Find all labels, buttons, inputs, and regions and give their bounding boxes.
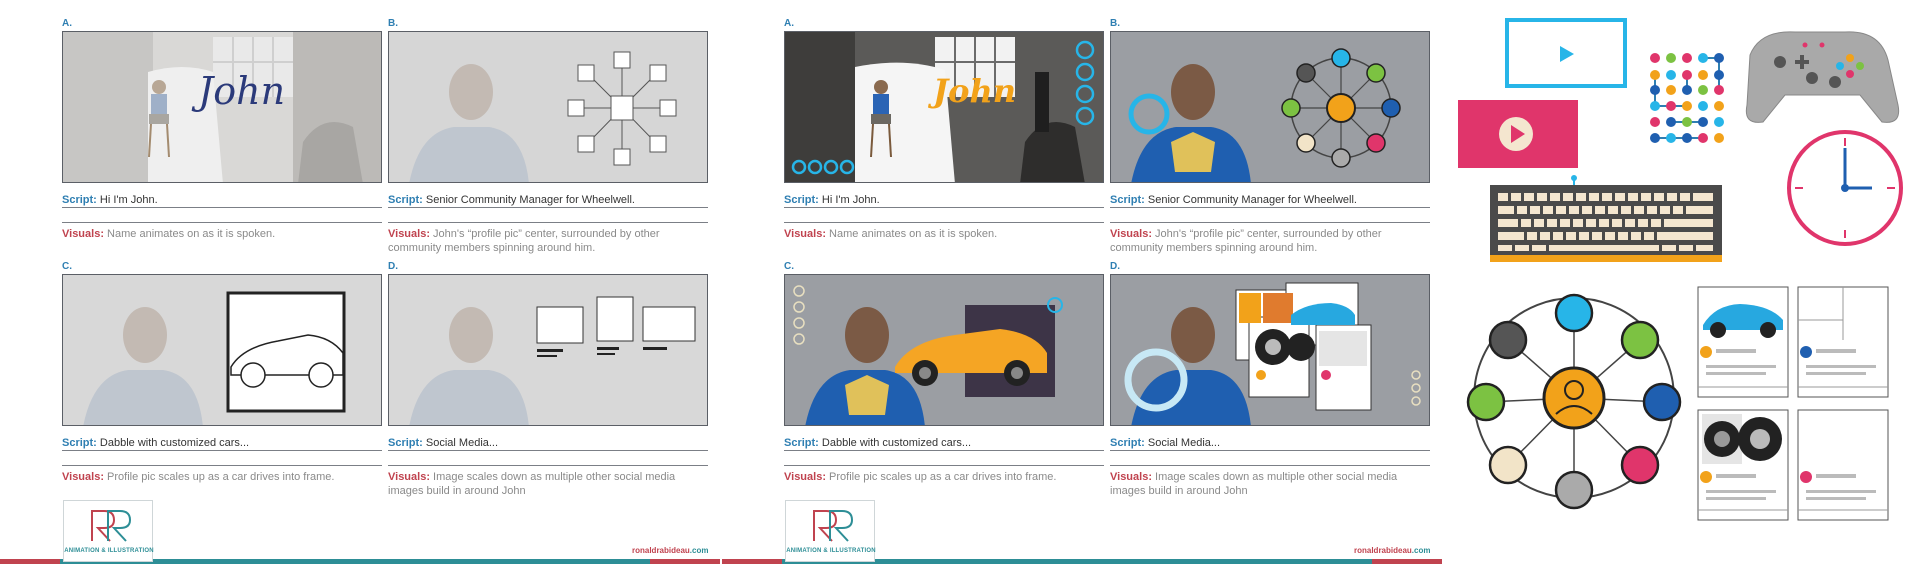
clock-icon xyxy=(1787,130,1903,246)
game-controller-icon xyxy=(1745,31,1900,123)
panel-c-letter: C. xyxy=(62,261,72,272)
divider xyxy=(62,207,382,208)
dot-network-icon xyxy=(1650,53,1724,143)
community-network-icon xyxy=(1466,293,1682,510)
panel-d-letter: D. xyxy=(388,261,398,272)
divider xyxy=(1110,465,1430,466)
divider xyxy=(1110,450,1430,451)
divider xyxy=(62,465,382,466)
panel-b-frame xyxy=(1110,31,1430,183)
panel-d-letter: D. xyxy=(1110,261,1120,272)
divider xyxy=(1110,222,1430,223)
panel-b-letter: B. xyxy=(388,18,398,29)
divider xyxy=(388,207,708,208)
logo-subtitle: ANIMATION & ILLUSTRATION xyxy=(786,548,876,554)
divider xyxy=(784,207,1104,208)
panel-c-letter: C. xyxy=(784,261,794,272)
panel-b-script: Script: Senior Community Manager for Whe… xyxy=(1110,194,1357,206)
panel-a-name-overlay: John xyxy=(191,69,285,113)
logo: ANIMATION & ILLUSTRATION xyxy=(63,500,154,562)
panel-c-visuals: Visuals: Profile pic scales up as a car … xyxy=(784,471,1057,483)
panel-a-letter: A. xyxy=(62,18,72,29)
social-cards-icon xyxy=(1697,286,1889,521)
video-player-icon xyxy=(1505,18,1627,88)
panel-d-frame xyxy=(388,274,708,426)
panel-b-visuals: Visuals: John's “profile pic” center, su… xyxy=(388,228,660,254)
panel-a-letter: A. xyxy=(784,18,794,29)
panel-c-frame xyxy=(784,274,1104,426)
panel-a-script: Script: Hi I'm John. xyxy=(784,194,880,206)
panel-b-script: Script: Senior Community Manager for Whe… xyxy=(388,194,635,206)
panel-b-letter: B. xyxy=(1110,18,1120,29)
divider xyxy=(388,450,708,451)
panel-b-visuals: Visuals: John's “profile pic” center, su… xyxy=(1110,228,1382,254)
site-link[interactable]: ronaldrabideau.com xyxy=(1354,546,1430,555)
panel-c-script: Script: Dabble with customized cars... xyxy=(784,437,972,449)
panel-a-frame: John xyxy=(784,31,1104,183)
divider xyxy=(388,465,708,466)
panel-c-frame xyxy=(62,274,382,426)
divider xyxy=(62,450,382,451)
panel-d-visuals: Visuals: Image scales down as multiple o… xyxy=(1110,471,1398,497)
panel-b-frame xyxy=(388,31,708,183)
panel-a-frame: John xyxy=(62,31,382,183)
divider xyxy=(388,222,708,223)
logo: ANIMATION & ILLUSTRATION xyxy=(785,500,876,562)
panel-a-visuals: Visuals: Name animates on as it is spoke… xyxy=(62,228,276,240)
storyboard-sheet-1: A. John Script: Hi I'm John. Visuals: Na… xyxy=(0,0,720,566)
storyboard-sheet-2: A. John Script: Hi I'm John. Visuals: Na… xyxy=(722,0,1442,566)
divider xyxy=(784,450,1104,451)
divider xyxy=(1110,207,1430,208)
keyboard-icon xyxy=(1490,175,1722,262)
panel-d-frame xyxy=(1110,274,1430,426)
divider xyxy=(784,222,1104,223)
panel-a-script: Script: Hi I'm John. xyxy=(62,194,158,206)
panel-a-visuals: Visuals: Name animates on as it is spoke… xyxy=(784,228,998,240)
panel-d-script: Script: Social Media... xyxy=(1110,437,1221,449)
site-link[interactable]: ronaldrabideau.com xyxy=(632,546,708,555)
panel-c-visuals: Visuals: Profile pic scales up as a car … xyxy=(62,471,335,483)
panel-c-script: Script: Dabble with customized cars... xyxy=(62,437,250,449)
play-button-icon xyxy=(1458,100,1578,168)
divider xyxy=(62,222,382,223)
panel-d-visuals: Visuals: Image scales down as multiple o… xyxy=(388,471,676,497)
asset-sheet xyxy=(1450,0,1920,566)
panel-a-name-overlay: John xyxy=(927,72,1016,110)
logo-subtitle: ANIMATION & ILLUSTRATION xyxy=(64,548,154,554)
divider xyxy=(784,465,1104,466)
panel-d-script: Script: Social Media... xyxy=(388,437,499,449)
